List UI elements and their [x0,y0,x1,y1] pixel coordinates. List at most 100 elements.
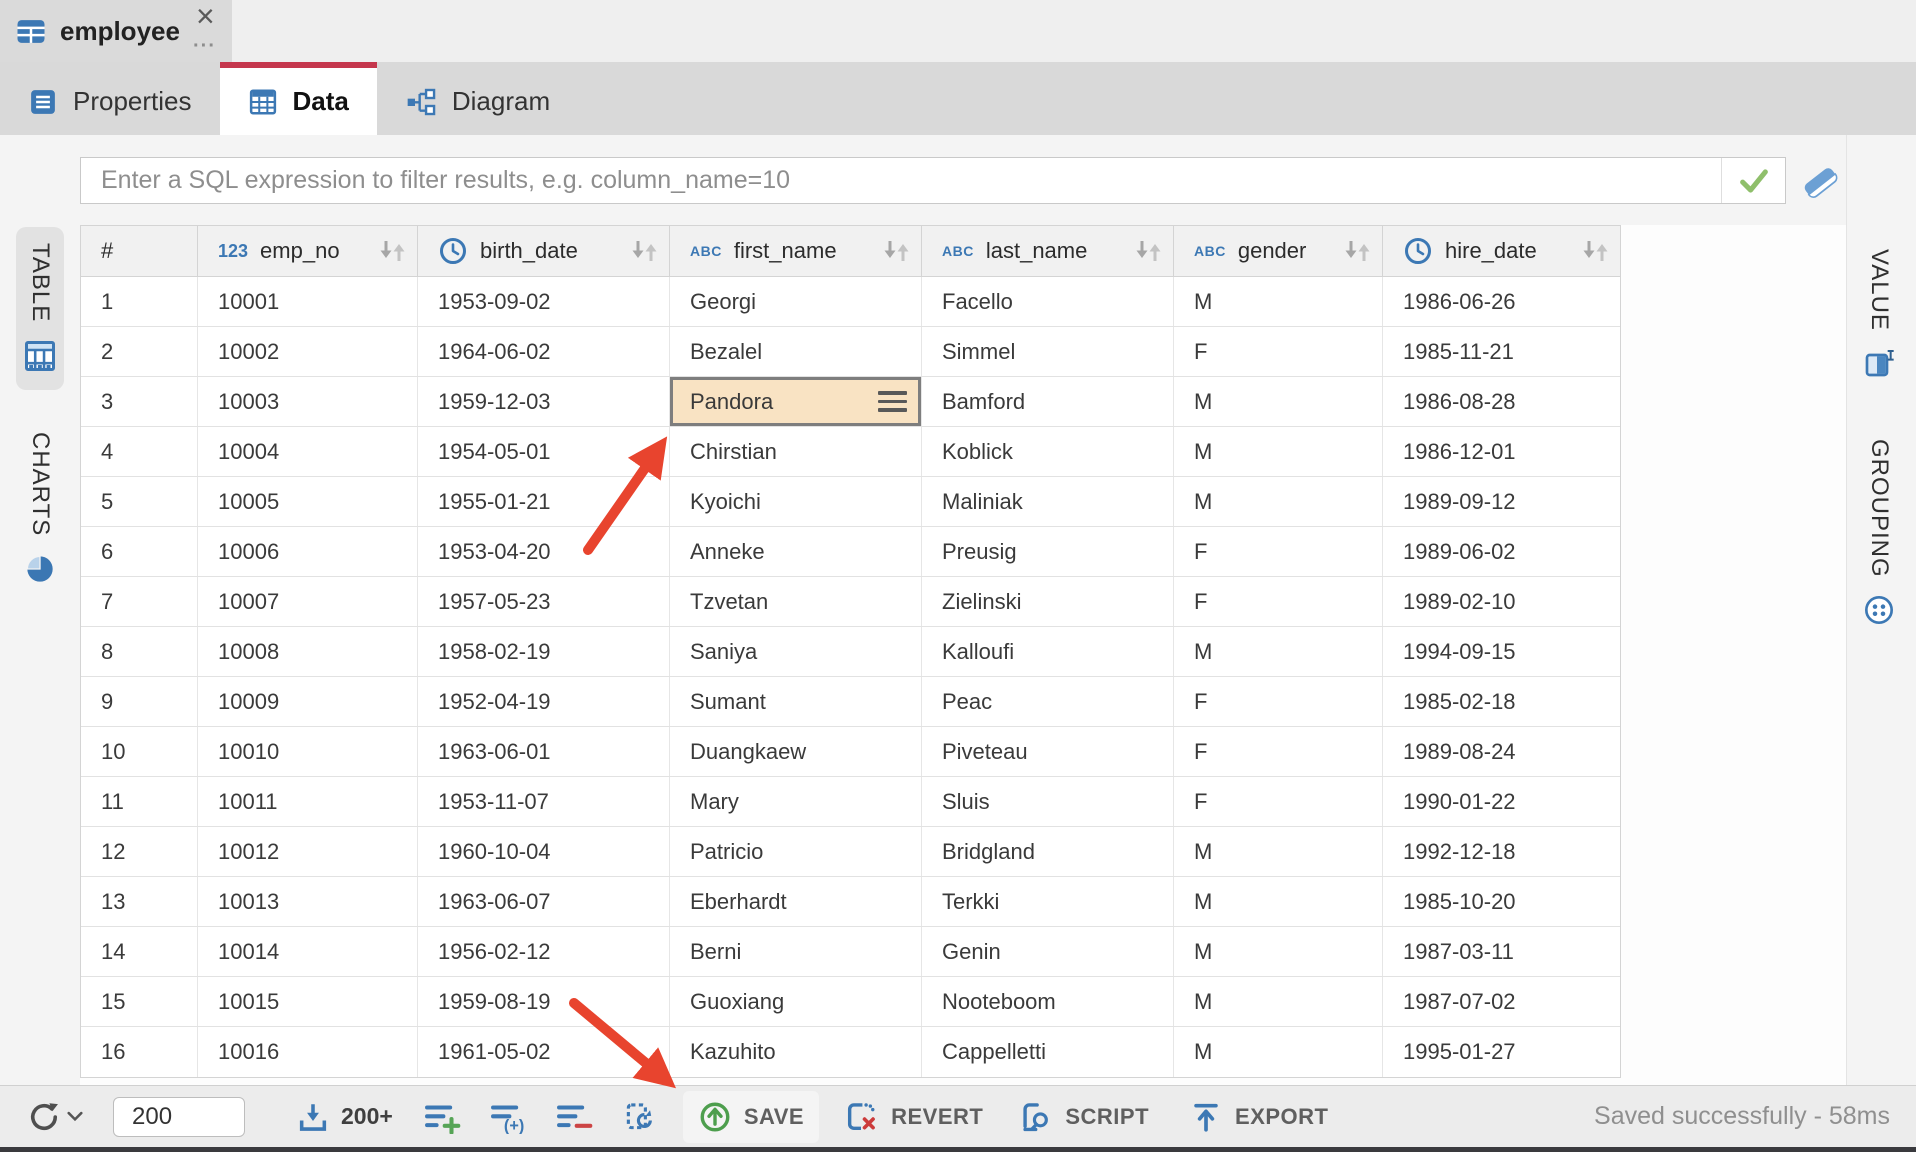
table-cell[interactable]: 10009 [198,677,418,726]
tab-diagram[interactable]: Diagram [377,62,578,135]
sort-icon[interactable] [375,237,407,265]
table-cell[interactable]: Kalloufi [922,627,1174,676]
export-button[interactable]: EXPORT [1189,1100,1328,1134]
table-cell[interactable]: 10010 [198,727,418,776]
table-cell[interactable]: F [1174,777,1383,826]
save-button[interactable]: SAVE [683,1091,819,1143]
table-cell[interactable]: Berni [670,927,922,976]
table-cell[interactable]: 1955-01-21 [418,477,670,526]
table-cell[interactable]: 1987-03-11 [1383,927,1620,976]
table-cell[interactable]: 1986-06-26 [1383,277,1620,326]
table-cell[interactable]: 1989-08-24 [1383,727,1620,776]
table-cell[interactable]: Bridgland [922,827,1174,876]
table-cell[interactable]: 1985-02-18 [1383,677,1620,726]
table-cell[interactable]: 10012 [198,827,418,876]
table-cell[interactable]: 1963-06-01 [418,727,670,776]
row-number-cell[interactable]: 8 [81,627,198,676]
column-header-rownum[interactable]: # [81,226,198,276]
sort-icon[interactable] [627,237,659,265]
table-cell[interactable]: 1986-08-28 [1383,377,1620,426]
tab-data[interactable]: Data [220,62,377,135]
row-number-cell[interactable]: 16 [81,1027,198,1077]
script-button[interactable]: SCRIPT [1017,1100,1149,1134]
fetch-all-button[interactable]: 200+ [295,1100,393,1134]
table-cell[interactable]: 1989-09-12 [1383,477,1620,526]
table-cell[interactable]: 1986-12-01 [1383,427,1620,476]
row-number-cell[interactable]: 13 [81,877,198,926]
column-header-gender[interactable]: ABCgender [1174,226,1383,276]
table-cell[interactable]: Genin [922,927,1174,976]
table-cell[interactable]: 1959-08-19 [418,977,670,1026]
revert-button[interactable]: REVERT [843,1100,983,1134]
row-number-cell[interactable]: 4 [81,427,198,476]
row-number-cell[interactable]: 7 [81,577,198,626]
table-cell[interactable]: 1953-11-07 [418,777,670,826]
add-multi-row-button[interactable]: (+) [489,1100,527,1134]
table-cell[interactable]: Maliniak [922,477,1174,526]
table-cell[interactable]: Duangkaew [670,727,922,776]
row-number-cell[interactable]: 3 [81,377,198,426]
cell-menu-icon[interactable] [878,391,909,412]
selected-cell[interactable]: Pandora [670,377,922,426]
table-cell[interactable]: Patricio [670,827,922,876]
row-number-cell[interactable]: 1 [81,277,198,326]
table-cell[interactable]: Simmel [922,327,1174,376]
sql-filter-input[interactable] [81,158,1721,203]
table-cell[interactable]: Preusig [922,527,1174,576]
row-number-cell[interactable]: 10 [81,727,198,776]
table-cell[interactable]: 1953-09-02 [418,277,670,326]
table-cell[interactable]: 1964-06-02 [418,327,670,376]
table-cell[interactable]: 10015 [198,977,418,1026]
table-cell[interactable]: F [1174,677,1383,726]
table-cell[interactable]: M [1174,377,1383,426]
table-cell[interactable]: 1985-11-21 [1383,327,1620,376]
row-number-cell[interactable]: 14 [81,927,198,976]
tab-properties[interactable]: Properties [0,62,220,135]
table-cell[interactable]: 1960-10-04 [418,827,670,876]
table-cell[interactable]: 1985-10-20 [1383,877,1620,926]
sort-icon[interactable] [1340,237,1372,265]
delete-row-button[interactable] [555,1100,593,1134]
row-number-cell[interactable]: 12 [81,827,198,876]
clear-filter-button[interactable] [1799,161,1843,203]
table-cell[interactable]: F [1174,527,1383,576]
table-cell[interactable]: M [1174,627,1383,676]
table-cell[interactable]: M [1174,1027,1383,1077]
table-cell[interactable]: Sluis [922,777,1174,826]
duplicate-row-button[interactable] [621,1100,657,1134]
table-cell[interactable]: 10001 [198,277,418,326]
table-cell[interactable]: F [1174,577,1383,626]
table-cell[interactable]: Zielinski [922,577,1174,626]
row-number-cell[interactable]: 15 [81,977,198,1026]
table-cell[interactable]: 10014 [198,927,418,976]
table-cell[interactable]: Kazuhito [670,1027,922,1077]
add-row-button[interactable] [423,1100,461,1134]
table-cell[interactable]: Anneke [670,527,922,576]
table-cell[interactable]: Peac [922,677,1174,726]
table-cell[interactable]: 1995-01-27 [1383,1027,1620,1077]
column-header-birth_date[interactable]: birth_date [418,226,670,276]
table-cell[interactable]: Tzvetan [670,577,922,626]
rail-item-grouping[interactable]: GROUPING [1857,423,1901,642]
refresh-button[interactable] [26,1099,83,1135]
table-cell[interactable]: M [1174,927,1383,976]
fetch-size-input[interactable] [113,1097,245,1137]
table-cell[interactable]: 10005 [198,477,418,526]
table-cell[interactable]: 1958-02-19 [418,627,670,676]
table-cell[interactable]: 10003 [198,377,418,426]
table-cell[interactable]: 1957-05-23 [418,577,670,626]
table-cell[interactable]: Eberhardt [670,877,922,926]
table-cell[interactable]: Terkki [922,877,1174,926]
column-header-emp_no[interactable]: 123emp_no [198,226,418,276]
table-cell[interactable]: M [1174,977,1383,1026]
table-cell[interactable]: 10002 [198,327,418,376]
table-cell[interactable]: Bezalel [670,327,922,376]
table-cell[interactable]: 1952-04-19 [418,677,670,726]
table-cell[interactable]: 1989-06-02 [1383,527,1620,576]
table-cell[interactable]: 10008 [198,627,418,676]
table-cell[interactable]: 10011 [198,777,418,826]
table-cell[interactable]: Facello [922,277,1174,326]
table-cell[interactable]: 1961-05-02 [418,1027,670,1077]
table-cell[interactable]: Sumant [670,677,922,726]
table-cell[interactable]: 1992-12-18 [1383,827,1620,876]
